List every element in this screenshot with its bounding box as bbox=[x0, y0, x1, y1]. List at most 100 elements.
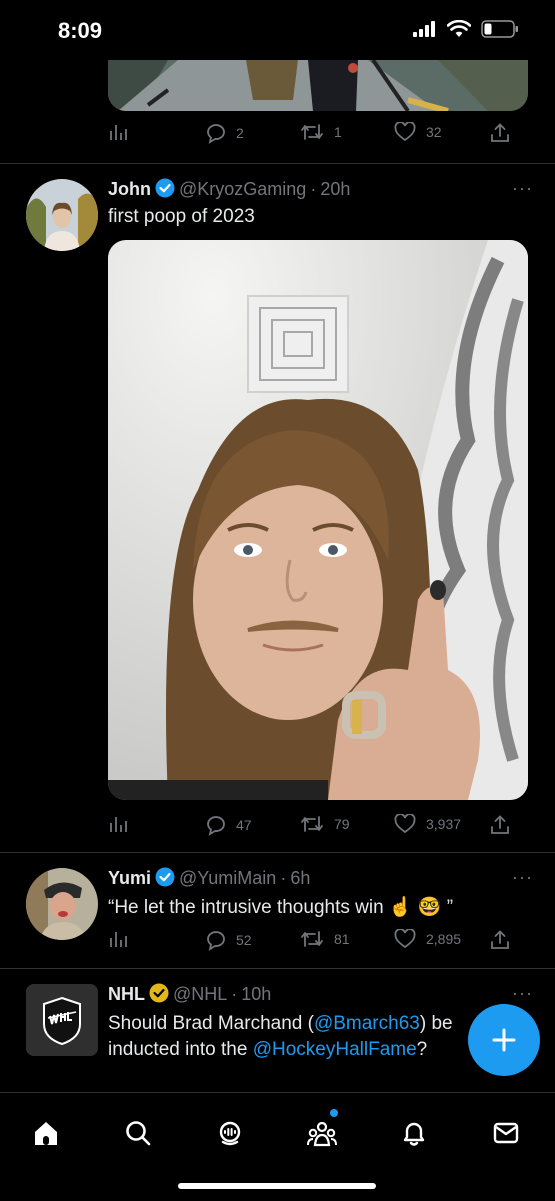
tweet-text-part: ? bbox=[416, 1039, 428, 1060]
wifi-icon bbox=[447, 20, 471, 37]
more-options-button[interactable]: ··· bbox=[512, 867, 533, 888]
reply-icon bbox=[207, 124, 225, 144]
retweet-icon bbox=[301, 816, 323, 832]
heart-icon bbox=[394, 122, 416, 142]
nav-spaces[interactable] bbox=[210, 1113, 250, 1153]
verified-badge-icon bbox=[155, 178, 175, 198]
more-options-button[interactable]: ··· bbox=[512, 178, 533, 199]
analytics-icon bbox=[110, 932, 127, 947]
avatar[interactable] bbox=[26, 868, 98, 940]
tweet-media-image[interactable] bbox=[108, 240, 528, 800]
nav-messages[interactable] bbox=[486, 1113, 526, 1153]
boat-photo bbox=[108, 60, 528, 111]
like-button[interactable]: 32 bbox=[394, 122, 442, 142]
nav-notifications[interactable] bbox=[394, 1113, 434, 1153]
share-icon bbox=[491, 930, 509, 949]
like-count: 3,937 bbox=[426, 816, 462, 832]
retweet-count: 81 bbox=[334, 931, 350, 947]
mention-link[interactable]: @Bmarch63 bbox=[314, 1013, 420, 1034]
tweet-yumi[interactable]: Yumi @YumiMain · 6h ··· “He let the intrusi… bbox=[0, 853, 555, 969]
messages-icon bbox=[493, 1122, 519, 1144]
tweet-actions: 47 79 3,937 bbox=[108, 814, 510, 838]
tweet-text: “He let the intrusive thoughts win ☝️ 🤓 … bbox=[108, 897, 454, 918]
tweet-text: first poop of 2023 bbox=[108, 206, 255, 227]
retweet-icon bbox=[301, 124, 323, 140]
like-button[interactable]: 2,895 bbox=[394, 929, 461, 949]
author-handle[interactable]: @YumiMain bbox=[179, 868, 276, 888]
tweet-time: 10h bbox=[241, 984, 272, 1004]
avatar[interactable] bbox=[26, 179, 98, 251]
retweet-button[interactable]: 79 bbox=[300, 814, 350, 834]
share-button[interactable] bbox=[490, 814, 510, 836]
tweet-actions: 2 1 32 bbox=[108, 122, 510, 146]
tweet-text-part: ) be bbox=[419, 1013, 453, 1034]
share-button[interactable] bbox=[490, 929, 510, 951]
retweet-button[interactable]: 81 bbox=[300, 929, 350, 949]
battery-icon bbox=[481, 20, 518, 38]
tweet-john[interactable]: John @KryozGaming · 20h ··· first poop of 2… bbox=[0, 164, 555, 853]
like-count: 32 bbox=[426, 124, 442, 140]
tweet-time: 6h bbox=[290, 868, 311, 888]
separator-dot: · bbox=[280, 868, 287, 888]
author-handle[interactable]: @KryozGaming bbox=[179, 179, 306, 199]
author-name[interactable]: John bbox=[108, 179, 151, 199]
home-icon bbox=[35, 1122, 57, 1145]
author-name[interactable]: Yumi bbox=[108, 868, 151, 888]
reply-count: 52 bbox=[236, 932, 252, 948]
new-activity-dot bbox=[330, 1109, 338, 1117]
retweet-icon bbox=[301, 931, 323, 947]
tweet-actions: 52 81 2,895 bbox=[108, 929, 510, 953]
retweet-count: 79 bbox=[334, 816, 350, 832]
home-indicator[interactable] bbox=[178, 1183, 376, 1189]
reply-button[interactable]: 52 bbox=[204, 929, 252, 951]
analytics-icon bbox=[110, 125, 127, 140]
reply-button[interactable]: 2 bbox=[204, 122, 244, 144]
compose-plus-icon bbox=[492, 1028, 516, 1052]
communities-icon bbox=[307, 1121, 337, 1147]
tweet-previous[interactable]: 2 1 32 bbox=[0, 60, 555, 164]
avatar[interactable] bbox=[26, 984, 98, 1056]
analytics-button[interactable] bbox=[108, 122, 128, 142]
selfie-photo bbox=[108, 240, 528, 800]
author-name[interactable]: NHL bbox=[108, 984, 145, 1004]
spaces-icon bbox=[219, 1121, 241, 1146]
separator-dot: · bbox=[231, 984, 238, 1004]
share-icon bbox=[491, 123, 509, 142]
tweet-text-part: Should Brad Marchand ( bbox=[108, 1013, 314, 1034]
heart-icon bbox=[394, 814, 416, 834]
retweet-button[interactable]: 1 bbox=[300, 122, 342, 142]
tweet-media-image[interactable] bbox=[108, 60, 528, 111]
more-options-button[interactable]: ··· bbox=[512, 983, 533, 1004]
analytics-icon bbox=[110, 817, 127, 832]
nav-home[interactable] bbox=[26, 1113, 66, 1153]
status-bar: 8:09 bbox=[0, 0, 555, 60]
like-button[interactable]: 3,937 bbox=[394, 814, 461, 834]
reply-button[interactable]: 47 bbox=[204, 814, 252, 836]
analytics-button[interactable] bbox=[108, 929, 128, 949]
analytics-button[interactable] bbox=[108, 814, 128, 834]
notifications-icon bbox=[403, 1122, 425, 1146]
retweet-count: 1 bbox=[334, 124, 342, 140]
compose-tweet-button[interactable] bbox=[468, 1004, 540, 1076]
separator-dot: · bbox=[310, 179, 317, 199]
mention-link[interactable]: @HockeyHallFame bbox=[253, 1039, 417, 1060]
reply-icon bbox=[207, 816, 225, 836]
verified-gold-badge-icon bbox=[149, 983, 169, 1003]
nav-communities[interactable] bbox=[302, 1109, 342, 1153]
tweet-text-part: inducted into the bbox=[108, 1039, 253, 1060]
cellular-signal-icon bbox=[413, 21, 435, 37]
author-handle[interactable]: @NHL bbox=[173, 984, 227, 1004]
search-icon bbox=[126, 1121, 151, 1146]
reply-count: 2 bbox=[236, 125, 244, 141]
heart-icon bbox=[394, 929, 416, 949]
reply-icon bbox=[207, 931, 225, 951]
verified-badge-icon bbox=[155, 867, 175, 887]
share-icon bbox=[491, 815, 509, 834]
like-count: 2,895 bbox=[426, 931, 462, 947]
status-time: 8:09 bbox=[58, 18, 103, 43]
nhl-logo bbox=[26, 984, 98, 1056]
nav-search[interactable] bbox=[118, 1113, 158, 1153]
reply-count: 47 bbox=[236, 817, 252, 833]
share-button[interactable] bbox=[490, 122, 510, 144]
tweet-time: 20h bbox=[320, 179, 351, 199]
